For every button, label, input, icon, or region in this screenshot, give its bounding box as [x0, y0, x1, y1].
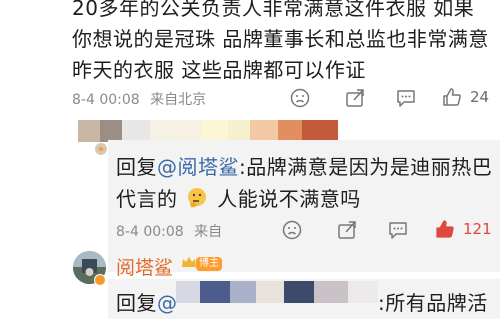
like-count: 24 [470, 88, 490, 106]
thumbs-up-icon[interactable] [441, 86, 463, 108]
reply1-line-1: 回复@阅塔鲨:品牌满意是因为是迪丽热巴 [116, 151, 492, 180]
comment-text-line-2: 你想说的是冠珠 品牌董事长和总监也非常满意 [72, 27, 489, 51]
blogger-badge: 博主 [196, 257, 222, 271]
like-count-reply1: 121 [463, 220, 492, 238]
mention-link[interactable]: @ [157, 291, 178, 315]
share-icon[interactable] [336, 219, 358, 241]
mosaic-username-1 [78, 120, 338, 142]
verified-badge-icon [94, 274, 106, 286]
avatar-placeholder [95, 143, 107, 155]
mention-link[interactable]: @阅塔鲨 [157, 155, 239, 179]
reply1-timestamp: 8-4 00:08 来自 [116, 221, 222, 241]
reply1-location: 来自 [194, 224, 223, 240]
reply1-time: 8-4 00:08 [116, 224, 184, 240]
reply1-prefix: 回复 [116, 155, 157, 179]
comment-location: 来自北京 [150, 92, 207, 108]
thumbs-up-icon[interactable] [434, 218, 456, 240]
comment-text-line-1: 20多年的公关负责人非常满意这件衣服 如果 [72, 0, 475, 20]
share-icon[interactable] [344, 87, 366, 109]
reply1-text-2b: 人能说不满意吗 [217, 187, 361, 211]
comment-time: 8-4 00:08 [72, 92, 140, 108]
frown-icon[interactable] [282, 220, 302, 240]
comment-timestamp: 8-4 00:08 来自北京 [72, 89, 206, 109]
thinking-face-emoji [188, 188, 207, 208]
reply2-prefix: 回复 [116, 291, 157, 315]
comment-icon[interactable] [387, 220, 409, 240]
mosaic-mention [176, 281, 378, 303]
reply1-text-1: :品牌满意是因为是迪丽热巴 [239, 155, 493, 179]
reply2-username[interactable]: 阅塔鲨 [116, 253, 173, 280]
comment-icon[interactable] [395, 88, 417, 108]
frown-icon[interactable] [290, 88, 310, 108]
reply2-text: :所有品牌活 [378, 291, 488, 315]
reply1-text-2a: 代言的 [116, 187, 178, 211]
reply2-line-1: 回复@ [116, 287, 178, 316]
comment-text-line-3: 昨天的衣服 这些品牌都可以作证 [72, 58, 366, 82]
reply1-line-2: 代言的 人能说不满意吗 [116, 183, 361, 212]
